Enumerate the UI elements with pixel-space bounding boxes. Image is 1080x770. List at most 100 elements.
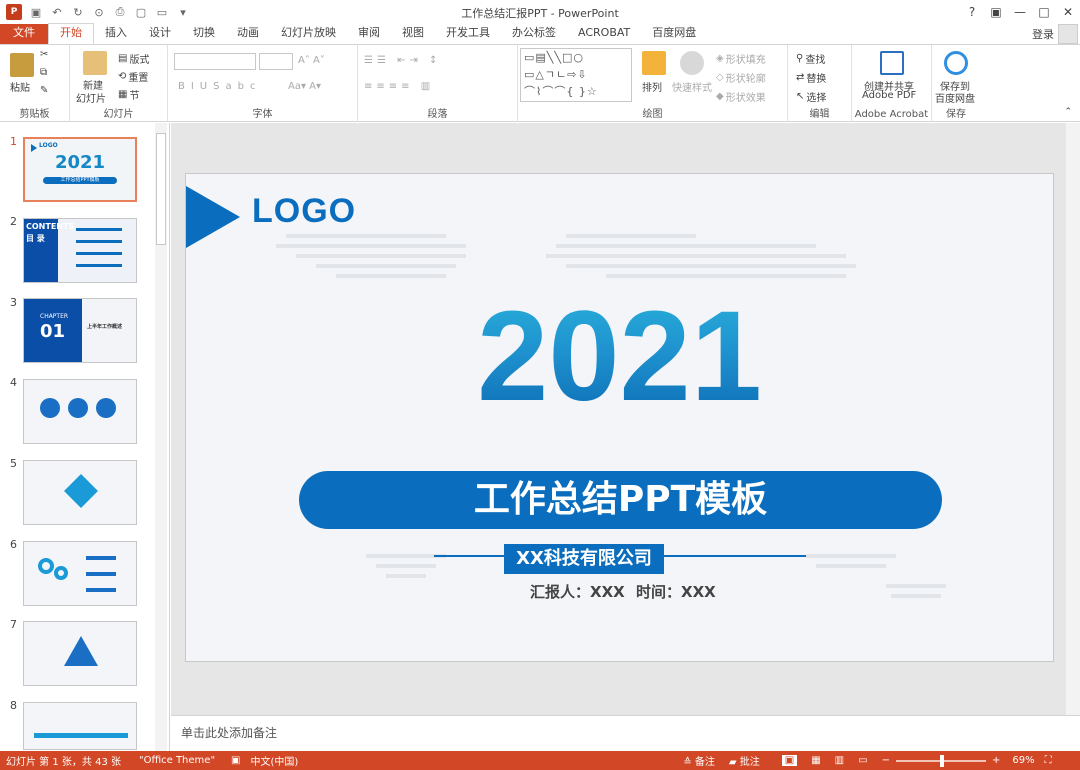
notes-pane[interactable]: 单击此处添加备注	[171, 715, 1080, 751]
tab-acrobat[interactable]: ACROBAT	[567, 24, 641, 44]
slideshow-icon[interactable]: ⊙	[92, 5, 106, 19]
tab-baidu[interactable]: 百度网盘	[641, 24, 707, 44]
format-painter-icon[interactable]: ✎	[40, 85, 48, 96]
tab-developer[interactable]: 开发工具	[435, 24, 501, 44]
thumb-slide-1[interactable]: LOGO 2021 工作总结PPT模板	[23, 137, 137, 202]
section-button[interactable]: ▦ 节	[118, 87, 139, 102]
shapes-gallery[interactable]: ▭▤╲╲□○ ▭△ㄱㄴ⇨⇩ ⌒⌇⌒⌒{ }☆	[520, 48, 632, 102]
tab-review[interactable]: 审阅	[347, 24, 391, 44]
replace-label: 替换	[806, 74, 827, 85]
thumb-bar	[76, 240, 122, 243]
replace-button[interactable]: ⇄ 替换	[796, 70, 826, 85]
undo-icon[interactable]: ↶	[50, 5, 64, 19]
spellcheck-icon[interactable]: ▣	[231, 755, 240, 766]
shape-effects-button[interactable]: ◆ 形状效果	[716, 89, 766, 104]
increase-font-icon[interactable]: A˄ A˅	[298, 55, 325, 66]
arrange-button[interactable]: 排列	[642, 79, 662, 94]
thumb-slide-3[interactable]: CHAPTER 01 上半年工作概述	[23, 298, 137, 363]
tab-office-tabs[interactable]: 办公标签	[501, 24, 567, 44]
baidu-cloud-icon[interactable]	[944, 51, 968, 75]
tab-home[interactable]: 开始	[48, 23, 94, 44]
fit-slide-icon[interactable]: ⛶	[1045, 755, 1052, 766]
layout-button[interactable]: ▤ 版式	[118, 51, 149, 66]
new-slide-label-2[interactable]: 幻灯片	[76, 90, 106, 105]
create-pdf-label-2[interactable]: Adobe PDF	[862, 90, 916, 101]
thumb-slide-5[interactable]	[23, 460, 137, 525]
cut-icon[interactable]: ✂	[40, 49, 48, 60]
font-format-buttons[interactable]: BIUSabc	[178, 81, 261, 92]
slide-sorter-icon[interactable]: ▦	[811, 755, 820, 766]
thumb-shape	[96, 398, 116, 418]
slideshow-view-icon[interactable]: ▭	[858, 755, 867, 766]
slide-title-banner[interactable]: 工作总结PPT模板	[299, 471, 942, 529]
notes-placeholder[interactable]: 单击此处添加备注	[181, 724, 277, 741]
new-file-icon[interactable]: ▢	[134, 5, 148, 19]
shape-outline-button[interactable]: ◇ 形状轮廓	[716, 70, 766, 85]
main-scrollbar[interactable]	[1066, 123, 1080, 715]
zoom-out-icon[interactable]: −	[882, 755, 890, 766]
shape-fill-button[interactable]: ◈ 形状填充	[716, 51, 766, 66]
save-icon[interactable]: ▣	[29, 5, 43, 19]
quick-access-toolbar: P ▣ ↶ ↻ ⊙ ⎙ ▢ ▭ ▾	[0, 0, 190, 24]
language-indicator[interactable]: 中文(中国)	[251, 753, 299, 768]
tab-insert[interactable]: 插入	[94, 24, 138, 44]
customize-toolbar-icon[interactable]: ▾	[176, 5, 190, 19]
save-baidu-label-2[interactable]: 百度网盘	[935, 90, 975, 105]
font-color-icon[interactable]: Aa▾ A▾	[288, 81, 321, 92]
create-pdf-icon[interactable]	[880, 51, 904, 75]
print-preview-icon[interactable]: ⎙	[113, 5, 127, 19]
tab-file[interactable]: 文件	[0, 24, 48, 44]
thumb-slide-7[interactable]	[23, 621, 137, 686]
close-icon[interactable]: ✕	[1056, 0, 1080, 24]
zoom-slider[interactable]	[895, 754, 986, 767]
comments-toggle[interactable]: ▰ 批注	[729, 753, 760, 768]
thumbnail-scroll-thumb[interactable]	[156, 133, 166, 245]
new-slide-icon[interactable]	[83, 51, 107, 75]
slide-time-text[interactable]: 时间：XXX	[636, 581, 716, 602]
zoom-slider-thumb[interactable]	[939, 754, 944, 767]
thumbnail-scrollbar[interactable]	[155, 123, 167, 751]
redo-icon[interactable]: ↻	[71, 5, 85, 19]
normal-view-icon[interactable]: ▣	[781, 755, 798, 766]
find-button[interactable]: ⚲ 查找	[796, 51, 825, 66]
quick-styles-button[interactable]: 快速样式	[672, 79, 712, 94]
select-button[interactable]: ↖ 选择	[796, 89, 826, 104]
tab-animations[interactable]: 动画	[226, 24, 270, 44]
ribbon-display-icon[interactable]: ▣	[984, 0, 1008, 24]
tab-view[interactable]: 视图	[391, 24, 435, 44]
list-buttons-icon[interactable]: ☰☰ ⇤⇥ ↕	[364, 55, 441, 66]
thumb-slide-8[interactable]	[23, 702, 137, 750]
tab-design[interactable]: 设计	[138, 24, 182, 44]
thumb-slide-2[interactable]: CONTENTS 目 录	[23, 218, 137, 283]
minimize-icon[interactable]: —	[1008, 0, 1032, 24]
paste-icon[interactable]	[10, 53, 34, 77]
font-family-combo[interactable]	[174, 53, 256, 70]
thumb-slide-4[interactable]	[23, 379, 137, 444]
slide-company-label[interactable]: XX科技有限公司	[504, 544, 664, 574]
maximize-icon[interactable]: □	[1032, 0, 1056, 24]
slide-reporter-text[interactable]: 汇报人：XXX	[530, 581, 625, 602]
slide-logo-text[interactable]: LOGO	[252, 192, 356, 231]
open-folder-icon[interactable]: ▭	[155, 5, 169, 19]
tab-slideshow[interactable]: 幻灯片放映	[270, 24, 347, 44]
notes-toggle[interactable]: ≙ 备注	[683, 753, 715, 768]
section-label: 节	[129, 91, 140, 102]
reading-view-icon[interactable]: ▥	[835, 755, 844, 766]
arrange-icon[interactable]	[642, 51, 666, 75]
zoom-level[interactable]: 69%	[1012, 755, 1034, 766]
align-buttons-icon[interactable]: ≡≡≡≡ ▥	[364, 81, 434, 92]
reset-button[interactable]: ⟲ 重置	[118, 69, 148, 84]
current-slide[interactable]: LOGO 2021 工作总结PPT模板 XX科技有限公司 汇报人：XXX 时间：…	[185, 173, 1054, 662]
thumb-slide-6[interactable]	[23, 541, 137, 606]
login-link[interactable]: 登录	[1032, 26, 1054, 42]
copy-icon[interactable]: ⧉	[40, 67, 47, 78]
zoom-in-icon[interactable]: +	[992, 755, 1000, 766]
tab-transitions[interactable]: 切换	[182, 24, 226, 44]
slide-year-text[interactable]: 2021	[186, 282, 1053, 432]
quick-styles-icon[interactable]	[680, 51, 704, 75]
font-size-combo[interactable]	[259, 53, 293, 70]
help-icon[interactable]: ?	[960, 0, 984, 24]
paste-button[interactable]: 粘贴	[10, 79, 30, 94]
avatar[interactable]	[1058, 24, 1078, 44]
collapse-ribbon-icon[interactable]: ⌃	[1064, 107, 1072, 117]
